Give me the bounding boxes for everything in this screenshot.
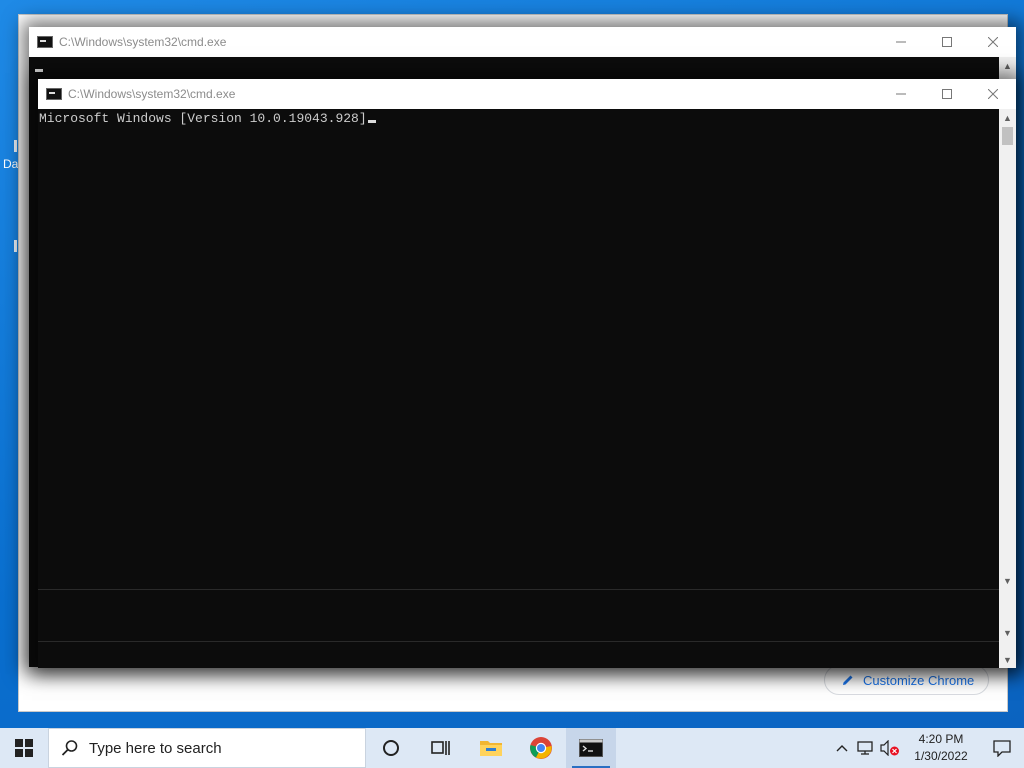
network-icon bbox=[857, 741, 873, 755]
text-cursor bbox=[367, 120, 376, 123]
cmd-window-front[interactable]: C:\Windows\system32\cmd.exe Microsoft Wi… bbox=[38, 79, 1016, 668]
maximize-button[interactable] bbox=[924, 27, 970, 57]
text-cursor bbox=[35, 69, 43, 72]
scroll-thumb[interactable] bbox=[1002, 127, 1013, 145]
customize-chrome-button[interactable]: Customize Chrome bbox=[824, 665, 989, 695]
taskbar: Type here to search 4:20 PM 1/30/2022 bbox=[0, 728, 1024, 768]
minimize-icon bbox=[896, 41, 906, 43]
task-view-icon bbox=[431, 741, 450, 755]
volume-muted-icon bbox=[880, 740, 899, 756]
chrome-button[interactable] bbox=[516, 728, 566, 768]
clock-date: 1/30/2022 bbox=[914, 749, 968, 763]
close-icon bbox=[988, 89, 998, 99]
search-placeholder: Type here to search bbox=[89, 739, 222, 757]
window-title: C:\Windows\system32\cmd.exe bbox=[68, 87, 236, 101]
notification-icon bbox=[993, 740, 1011, 757]
close-icon bbox=[988, 37, 998, 47]
windows-logo-icon bbox=[15, 739, 33, 757]
maximize-icon bbox=[942, 89, 952, 99]
cmd-icon bbox=[37, 36, 53, 48]
close-button[interactable] bbox=[970, 27, 1016, 57]
scroll-down-arrow[interactable]: ▼ bbox=[999, 651, 1016, 668]
desktop-icon-label[interactable]: Da bbox=[3, 157, 18, 171]
scroll-up-arrow[interactable]: ▲ bbox=[999, 57, 1016, 74]
scroll-down-arrow[interactable]: ▼ bbox=[999, 572, 1016, 589]
cmd-icon bbox=[46, 88, 62, 100]
chrome-icon bbox=[530, 737, 552, 759]
notification-center-button[interactable] bbox=[980, 728, 1024, 768]
minimize-button[interactable] bbox=[878, 27, 924, 57]
search-icon bbox=[61, 740, 78, 756]
search-input[interactable]: Type here to search bbox=[48, 728, 366, 768]
system-tray: 4:20 PM 1/30/2022 bbox=[830, 728, 1024, 768]
console-area[interactable]: Microsoft Windows [Version 10.0.19043.92… bbox=[38, 109, 999, 668]
close-button[interactable] bbox=[970, 79, 1016, 109]
chevron-up-icon bbox=[836, 745, 848, 752]
clock-time: 4:20 PM bbox=[918, 732, 964, 746]
file-explorer-button[interactable] bbox=[466, 728, 516, 768]
divider bbox=[38, 589, 999, 590]
scrollbar[interactable]: ▲ ▼ ▼ ▼ bbox=[999, 109, 1016, 668]
network-button[interactable] bbox=[854, 728, 878, 768]
scroll-down-arrow[interactable]: ▼ bbox=[999, 624, 1016, 641]
minimize-icon bbox=[896, 93, 906, 95]
start-button[interactable] bbox=[0, 728, 48, 768]
divider bbox=[38, 641, 999, 642]
cortana-icon bbox=[383, 740, 399, 756]
maximize-icon bbox=[942, 37, 952, 47]
minimize-button[interactable] bbox=[878, 79, 924, 109]
show-hidden-icons-button[interactable] bbox=[830, 728, 854, 768]
scroll-up-arrow[interactable]: ▲ bbox=[999, 109, 1016, 126]
title-bar[interactable]: C:\Windows\system32\cmd.exe bbox=[38, 79, 1016, 109]
title-bar[interactable]: C:\Windows\system32\cmd.exe bbox=[29, 27, 1016, 57]
task-view-button[interactable] bbox=[416, 728, 466, 768]
console-output: Microsoft Windows [Version 10.0.19043.92… bbox=[39, 111, 376, 126]
desktop-icon-edge[interactable] bbox=[14, 240, 17, 252]
console-line: Microsoft Windows [Version 10.0.19043.92… bbox=[39, 111, 367, 126]
customize-chrome-label: Customize Chrome bbox=[863, 672, 975, 688]
window-title: C:\Windows\system32\cmd.exe bbox=[59, 35, 227, 49]
volume-button[interactable] bbox=[878, 728, 902, 768]
cmd-icon bbox=[579, 739, 603, 757]
desktop-icon-edge[interactable] bbox=[14, 140, 17, 152]
folder-icon bbox=[480, 741, 502, 756]
maximize-button[interactable] bbox=[924, 79, 970, 109]
command-prompt-button[interactable] bbox=[566, 728, 616, 768]
clock[interactable]: 4:20 PM 1/30/2022 bbox=[902, 731, 980, 765]
pencil-icon bbox=[843, 675, 853, 685]
cortana-button[interactable] bbox=[366, 728, 416, 768]
